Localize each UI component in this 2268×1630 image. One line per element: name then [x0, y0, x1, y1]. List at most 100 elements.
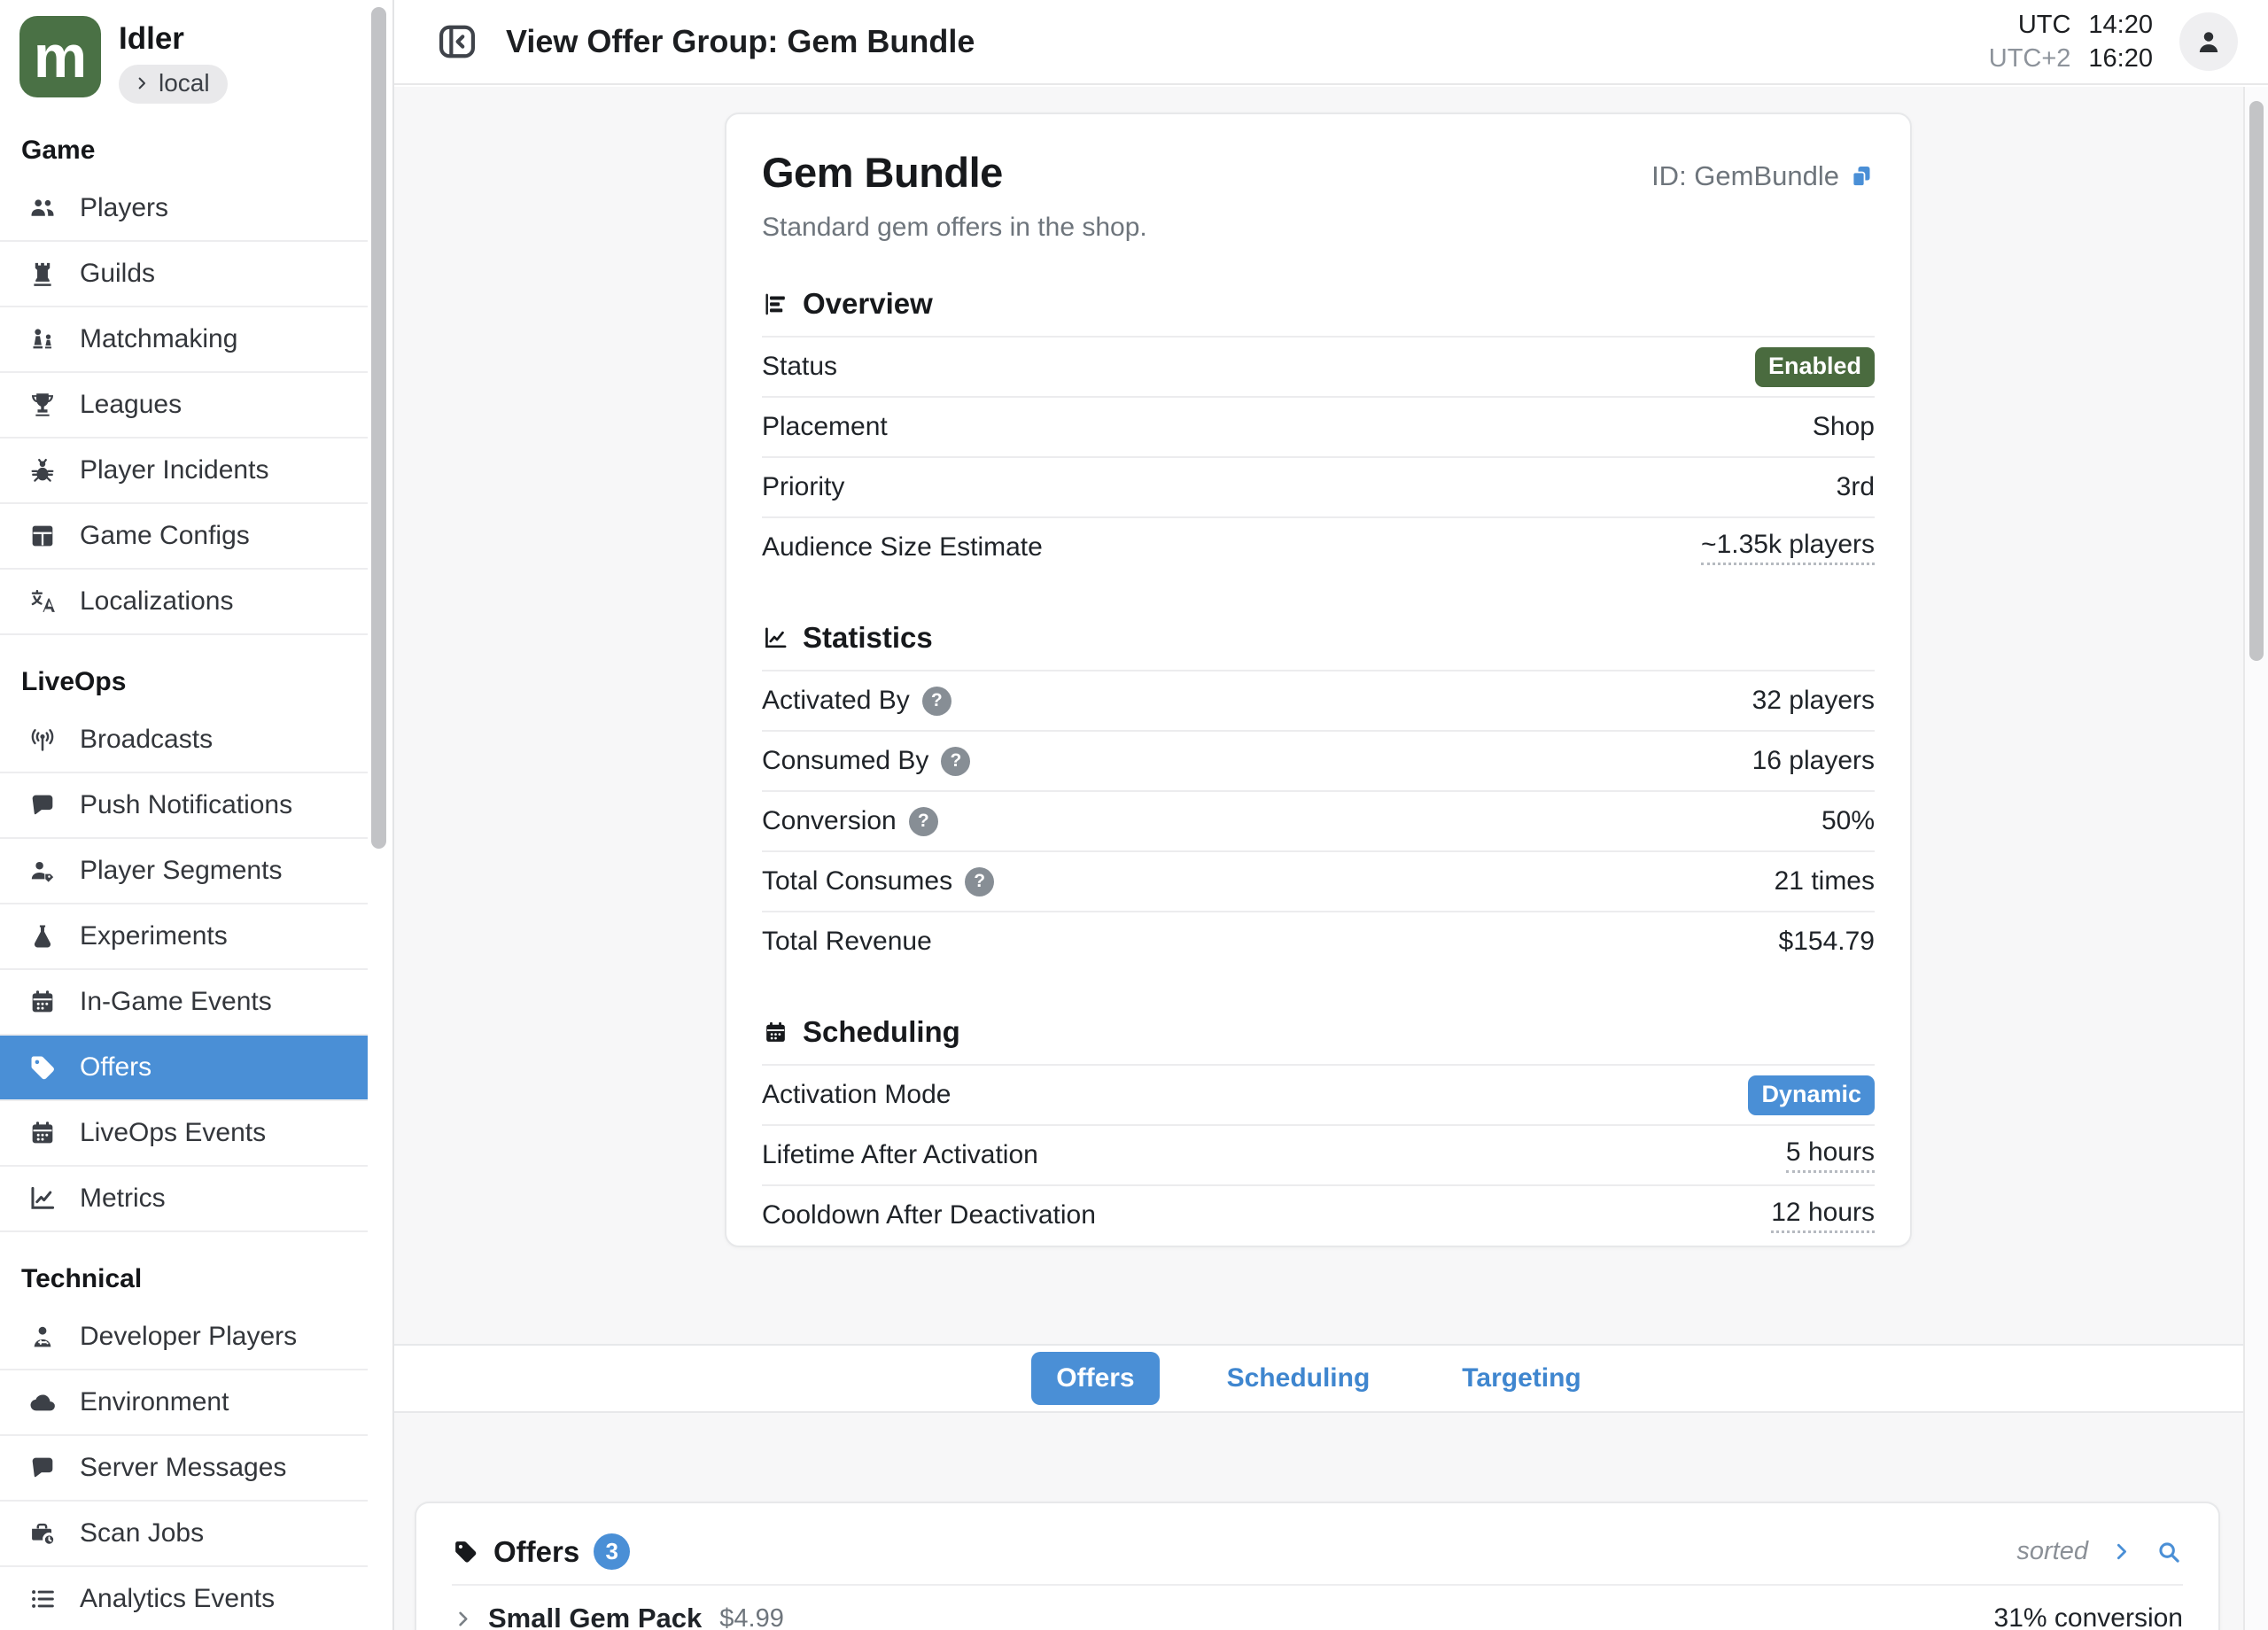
nav-section-label: Game: [21, 136, 392, 166]
player-segments-icon: [25, 856, 60, 886]
offer-row-left: Small Gem Pack$4.99: [452, 1603, 784, 1630]
in-game-events-icon: [25, 987, 60, 1017]
sidebar-item-leagues[interactable]: Leagues: [0, 373, 368, 439]
sidebar-item-label: Metrics: [80, 1184, 166, 1214]
detail-section-overview: OverviewStatusEnabledPlacementShopPriori…: [762, 287, 1875, 577]
row-label: Cooldown After Deactivation: [762, 1200, 1096, 1230]
sidebar-item-label: Developer Players: [80, 1322, 297, 1352]
scheduling-icon: [762, 1019, 789, 1046]
detail-row: Cooldown After Deactivation 12 hours: [762, 1184, 1875, 1245]
detail-row: Audience Size Estimate ~1.35k players: [762, 516, 1875, 577]
sidebar-item-label: Player Incidents: [80, 455, 268, 485]
offers-icon: [25, 1052, 60, 1083]
page-header: View Offer Group: Gem Bundle UTC14:20UTC…: [394, 0, 2268, 85]
nav-section-list: PlayersGuilds Matchmaking Leagues Player In…: [0, 176, 368, 635]
help-icon[interactable]: ?: [922, 687, 951, 716]
section-rows: Activated By? 32 players Consumed By? 16 pl…: [762, 670, 1875, 971]
row-value: 32 players: [1752, 686, 1875, 716]
overview-icon: [762, 291, 789, 318]
metrics-icon: [25, 1184, 60, 1214]
row-value: 16 players: [1752, 746, 1875, 776]
row-label: Activation Mode: [762, 1080, 951, 1110]
row-value[interactable]: 5 hours: [1786, 1137, 1875, 1173]
sidebar-item-game-configs[interactable]: Game Configs: [0, 504, 368, 570]
offer-group-title: Gem Bundle: [762, 148, 1003, 197]
detail-row: Status Enabled: [762, 336, 1875, 396]
copy-icon[interactable]: [1848, 163, 1875, 190]
scan-jobs-icon: [25, 1518, 60, 1548]
sidebar-item-liveops-events[interactable]: LiveOps Events: [0, 1101, 368, 1167]
help-icon[interactable]: ?: [909, 807, 938, 836]
server-messages-icon: [25, 1453, 60, 1483]
detail-row: Priority3rd: [762, 456, 1875, 516]
tab-offers[interactable]: Offers: [1031, 1352, 1159, 1405]
row-label: Consumed By: [762, 746, 928, 776]
environment-pill[interactable]: local: [119, 65, 228, 104]
sidebar-item-label: Broadcasts: [80, 725, 213, 755]
sidebar-item-player-segments[interactable]: Player Segments: [0, 839, 368, 904]
section-title-row: Scheduling: [762, 1015, 1875, 1049]
sidebar-scrollbar[interactable]: [371, 7, 386, 849]
offer-list-item[interactable]: Small Gem Pack$4.9931% conversion: [452, 1584, 2183, 1630]
sidebar-item-offers[interactable]: Offers: [0, 1036, 368, 1101]
sidebar-item-label: Matchmaking: [80, 324, 237, 354]
row-label-group: Audience Size Estimate: [762, 532, 1043, 563]
offer-name: Small Gem Pack: [488, 1603, 702, 1630]
offers-panel: Offers 3 sorted Small Gem Pack$4.9931% c…: [415, 1502, 2220, 1630]
chevron-right-icon[interactable]: [2109, 1540, 2133, 1564]
row-label: Priority: [762, 472, 844, 502]
tab-scheduling[interactable]: Scheduling: [1202, 1352, 1395, 1405]
clock-time: 14:20: [2088, 11, 2153, 40]
sidebar-item-label: Game Configs: [80, 521, 250, 551]
chevron-right-icon: [133, 74, 151, 92]
status-badge: Enabled: [1755, 347, 1875, 387]
sidebar-item-matchmaking[interactable]: Matchmaking: [0, 307, 368, 373]
sidebar-item-environment[interactable]: Environment: [0, 1370, 368, 1436]
clock-zone: UTC: [1989, 11, 2071, 40]
page-scrollbar-thumb[interactable]: [2249, 101, 2264, 661]
sidebar-item-experiments[interactable]: Experiments: [0, 904, 368, 970]
sidebar-item-push-notifications[interactable]: Push Notifications: [0, 773, 368, 839]
sidebar-item-developer-players[interactable]: Developer Players: [0, 1305, 368, 1370]
sidebar-item-metrics[interactable]: Metrics: [0, 1167, 368, 1232]
app-root: m Idler local GamePlayersGuildsMatchmaki…: [0, 0, 2268, 1630]
sidebar-item-in-game-events[interactable]: In-Game Events: [0, 970, 368, 1036]
section-title-row: Overview: [762, 287, 1875, 321]
sidebar-item-label: Experiments: [80, 921, 228, 951]
sidebar-item-player-incidents[interactable]: Player Incidents: [0, 439, 368, 504]
user-avatar[interactable]: [2179, 12, 2238, 71]
sidebar-item-analytics-events[interactable]: Analytics Events: [0, 1567, 368, 1630]
help-icon[interactable]: ?: [941, 747, 970, 776]
sidebar-item-players[interactable]: Players: [0, 176, 368, 242]
players-icon: [25, 193, 60, 223]
section-title-row: Statistics: [762, 621, 1875, 655]
row-label: Total Revenue: [762, 927, 932, 957]
app-name: Idler: [119, 21, 228, 57]
nav-section-label: LiveOps: [21, 667, 392, 697]
leagues-icon: [25, 390, 60, 420]
row-label-group: Total Consumes?: [762, 866, 994, 896]
sidebar-item-broadcasts[interactable]: Broadcasts: [0, 708, 368, 773]
sidebar-item-guilds[interactable]: Guilds: [0, 242, 368, 307]
row-value[interactable]: 12 hours: [1771, 1198, 1875, 1233]
clock-time: 16:20: [2088, 44, 2153, 74]
sidebar-collapse-button[interactable]: [435, 19, 479, 64]
sidebar-item-localizations[interactable]: Localizations: [0, 570, 368, 635]
tab-targeting[interactable]: Targeting: [1437, 1352, 1605, 1405]
search-button[interactable]: [2155, 1538, 2183, 1566]
row-label-group: Consumed By?: [762, 746, 970, 776]
sidebar-item-label: Environment: [80, 1387, 229, 1417]
sidebar-item-server-messages[interactable]: Server Messages: [0, 1436, 368, 1502]
sidebar-item-label: Offers: [80, 1052, 151, 1083]
row-value[interactable]: ~1.35k players: [1701, 530, 1875, 565]
sidebar-nav: GamePlayersGuildsMatchmakingLeaguesPlaye…: [0, 136, 392, 1630]
sidebar-item-label: LiveOps Events: [80, 1118, 266, 1148]
sidebar-item-label: Push Notifications: [80, 790, 292, 820]
help-icon[interactable]: ?: [965, 867, 994, 896]
row-label-group: Status: [762, 352, 837, 382]
analytics-events-icon: [25, 1584, 60, 1614]
nav-section-label: Technical: [21, 1264, 392, 1294]
row-label: Activated By: [762, 686, 910, 716]
sidebar-item-scan-jobs[interactable]: Scan Jobs: [0, 1502, 368, 1567]
localizations-icon: [25, 586, 60, 617]
